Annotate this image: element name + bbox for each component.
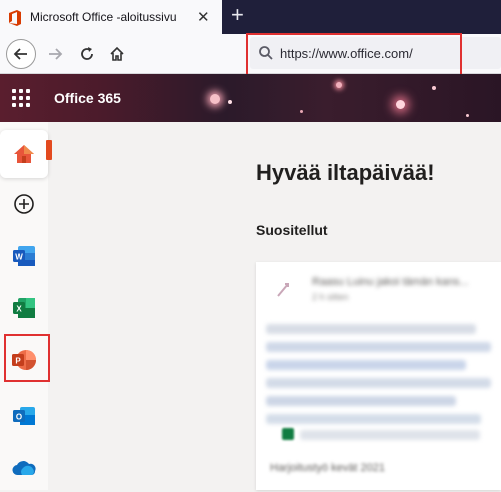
card-preview-line [266, 360, 466, 370]
card-preview-line [266, 396, 456, 406]
tab-close-icon[interactable]: ✕ [197, 8, 210, 26]
office-app-title[interactable]: Office 365 [54, 90, 121, 106]
plus-circle-icon [14, 194, 34, 214]
powerpoint-highlight [4, 334, 50, 382]
browser-tab-strip: Microsoft Office -aloitussivu ✕ + [0, 0, 501, 34]
arrow-right-icon [49, 48, 63, 60]
app-rail: W X P O [0, 122, 48, 490]
excel-file-icon [282, 428, 294, 440]
svg-text:W: W [15, 253, 23, 262]
forward-button[interactable] [42, 39, 68, 69]
excel-icon: X [13, 298, 35, 318]
recommended-card[interactable]: Raasu Luinu jakoi tämän kans... 2 h sitt… [256, 262, 501, 490]
office-logo-icon [9, 10, 21, 26]
onedrive-icon [12, 461, 36, 476]
rail-item-excel[interactable]: X [0, 284, 48, 332]
arrow-left-icon [13, 48, 27, 60]
rail-item-create[interactable] [0, 180, 48, 228]
outlook-icon: O [13, 407, 35, 425]
reload-icon [81, 47, 93, 60]
document-icon [277, 283, 289, 297]
page-greeting: Hyvää iltapäivää! [256, 160, 435, 185]
rail-item-outlook[interactable]: O [0, 392, 48, 440]
office-header: Office 365 [0, 74, 501, 122]
back-button[interactable] [6, 39, 36, 69]
rail-item-onedrive[interactable] [0, 444, 48, 492]
home-icon [110, 46, 124, 61]
recommended-heading: Suositellut [256, 222, 328, 238]
card-preview-line [266, 378, 491, 388]
app-launcher-icon[interactable] [12, 89, 30, 107]
address-bar-highlight [246, 33, 462, 77]
svg-text:O: O [16, 413, 22, 422]
card-subtitle: 2 h sitten [312, 292, 349, 302]
rail-item-word[interactable]: W [0, 232, 48, 280]
new-tab-icon[interactable]: + [231, 3, 244, 27]
rail-item-home[interactable] [0, 130, 48, 178]
home-button[interactable] [104, 39, 130, 69]
svg-text:X: X [16, 305, 22, 314]
home-icon [14, 145, 34, 163]
card-preview-line [266, 342, 491, 352]
card-footer-text: Harjoitustyö kevät 2021 [270, 462, 385, 474]
card-preview-line [266, 324, 476, 334]
word-icon: W [13, 246, 35, 266]
card-title: Raasu Luinu jakoi tämän kans... [312, 276, 469, 288]
browser-tab-office[interactable]: Microsoft Office -aloitussivu ✕ [0, 0, 222, 34]
tab-title: Microsoft Office -aloitussivu [30, 10, 177, 24]
reload-button[interactable] [74, 39, 100, 69]
card-preview-line [300, 430, 480, 440]
card-preview-line [266, 414, 481, 424]
